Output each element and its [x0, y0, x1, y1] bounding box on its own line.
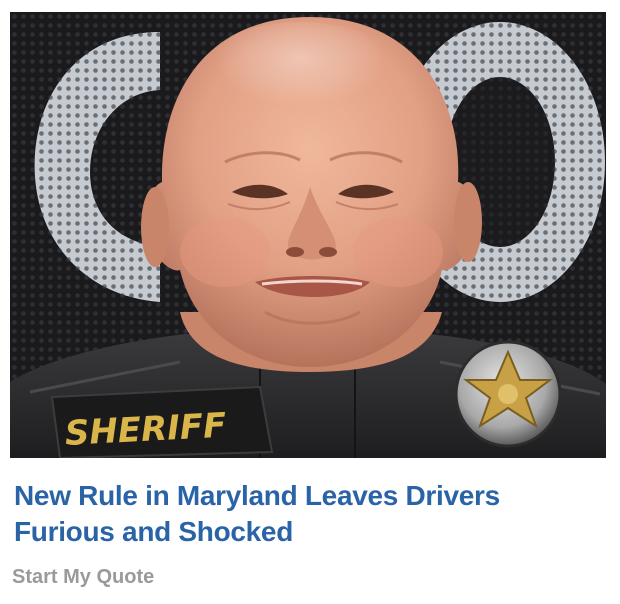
start-my-quote-link[interactable]: Start My Quote — [12, 564, 154, 590]
ad-photo: SHERIFF — [10, 12, 606, 458]
ad-image[interactable]: SHERIFF — [10, 12, 606, 458]
ad-headline[interactable]: New Rule in Maryland Leaves Drivers Furi… — [14, 478, 604, 550]
sheriff-patch-text: SHERIFF — [64, 406, 227, 454]
sheriff-badge-icon — [454, 340, 562, 448]
sheriff-patch: SHERIFF — [50, 385, 274, 458]
sponsored-ad-card[interactable]: SHERIFF New Rule in Maryland Leaves Driv… — [0, 0, 620, 604]
